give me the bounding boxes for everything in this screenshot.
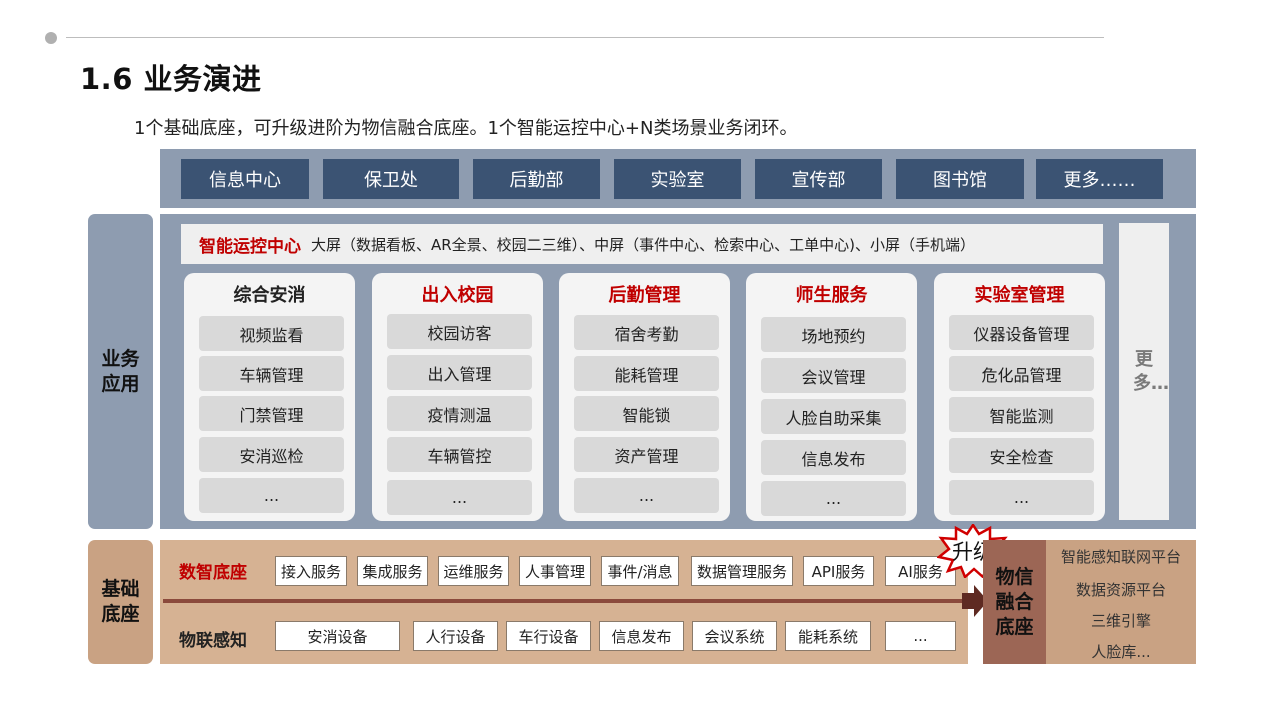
iot-device: 车行设备 [506, 621, 591, 651]
card-item: 车辆管控 [387, 437, 532, 472]
fusion-base-label: 物信融合底座 [995, 565, 1034, 638]
base-layer-label: 基础底座 [88, 540, 153, 664]
card-item: ... [199, 478, 344, 513]
card-item: 疫情测温 [387, 396, 532, 431]
iot-device: ... [885, 621, 956, 651]
card-item: 智能锁 [574, 396, 719, 431]
card-item: 信息发布 [761, 440, 906, 475]
card-item: 资产管理 [574, 437, 719, 472]
card-title: 后勤管理 [608, 285, 681, 306]
department-box: 实验室 [614, 159, 741, 199]
card-item: ... [949, 480, 1094, 515]
card-title: 综合安消 [233, 285, 306, 306]
card-item: 智能监测 [949, 397, 1094, 432]
card-item: 校园访客 [387, 314, 532, 349]
card-item: 能耗管理 [574, 356, 719, 391]
department-box: 图书馆 [896, 159, 1024, 199]
card-item: 宿舍考勤 [574, 315, 719, 350]
card-title: 师生服务 [795, 285, 868, 306]
data-service: 接入服务 [275, 556, 347, 586]
scenario-card: 师生服务 场地预约 会议管理 人脸自助采集 信息发布 ... [746, 273, 917, 521]
data-service: API服务 [803, 556, 874, 586]
iot-device: 人行设备 [413, 621, 498, 651]
scenario-card: 实验室管理 仪器设备管理 危化品管理 智能监测 安全检查 ... [934, 273, 1105, 521]
more-scenarios-box: 更多… [1119, 223, 1169, 520]
data-service: 人事管理 [519, 556, 591, 586]
more-scenarios-text: 更多… [1133, 348, 1169, 394]
iot-device: 信息发布 [599, 621, 684, 651]
card-title: 出入校园 [421, 285, 494, 306]
department-box: 信息中心 [181, 159, 309, 199]
card-item: 场地预约 [761, 317, 906, 352]
page-subtitle: 1个基础底座，可升级进阶为物信融合底座。1个智能运控中心+N类场景业务闭环。 [134, 118, 798, 139]
platform-item: 人脸库... [1091, 643, 1151, 661]
card-item: 仪器设备管理 [949, 315, 1094, 350]
card-item: 安全检查 [949, 438, 1094, 473]
data-service: 事件/消息 [601, 556, 679, 586]
scenario-card: 综合安消 视频监看 车辆管理 门禁管理 安消巡检 ... [184, 273, 355, 521]
iot-label: 物联感知 [179, 631, 247, 651]
card-title: 实验室管理 [974, 285, 1065, 306]
ops-center-title: 智能运控中心 [199, 236, 301, 257]
platform-list: 智能感知联网平台 数据资源平台 三维引擎 人脸库... [1046, 540, 1196, 664]
scenario-card: 出入校园 校园访客 出入管理 疫情测温 车辆管控 ... [372, 273, 543, 521]
platform-item: 三维引擎 [1090, 612, 1151, 630]
department-box: 保卫处 [323, 159, 459, 199]
data-service: 运维服务 [438, 556, 509, 586]
base-layer-label-text: 基础底座 [101, 578, 140, 625]
upgrade-arrow-line [163, 599, 963, 603]
department-strip: 信息中心 保卫处 后勤部 实验室 宣传部 图书馆 更多…… [160, 149, 1196, 208]
card-item: 门禁管理 [199, 396, 344, 431]
page-title: 1.6 业务演进 [80, 62, 262, 96]
platform-item: 数据资源平台 [1075, 581, 1166, 599]
card-item: 人脸自助采集 [761, 399, 906, 434]
card-item: 出入管理 [387, 355, 532, 390]
header-divider [66, 37, 1104, 38]
ops-center-bar: 智能运控中心 大屏（数据看板、AR全景、校园二三维）、中屏（事件中心、检索中心、… [181, 224, 1103, 264]
bullet-dot [45, 32, 57, 44]
card-item: ... [574, 478, 719, 513]
iot-device: 安消设备 [275, 621, 400, 651]
department-box: 更多…… [1036, 159, 1163, 199]
card-item: 会议管理 [761, 358, 906, 393]
card-item: 危化品管理 [949, 356, 1094, 391]
business-layer-label: 业务应用 [88, 214, 153, 529]
department-box: 宣传部 [755, 159, 882, 199]
card-item: ... [387, 480, 532, 515]
iot-device: 能耗系统 [785, 621, 871, 651]
card-item: 视频监看 [199, 316, 344, 351]
fusion-base-box: 物信融合底座 [983, 540, 1046, 664]
ops-center-desc: 大屏（数据看板、AR全景、校园二三维）、中屏（事件中心、检索中心、工单中心)、小… [311, 235, 976, 254]
data-service: 集成服务 [357, 556, 428, 586]
card-item: 安消巡检 [199, 437, 344, 472]
business-layer-label-text: 业务应用 [101, 347, 140, 395]
data-platform-label: 数智底座 [179, 563, 247, 583]
scenario-card: 后勤管理 宿舍考勤 能耗管理 智能锁 资产管理 ... [559, 273, 730, 521]
iot-device: 会议系统 [692, 621, 777, 651]
card-item: 车辆管理 [199, 356, 344, 391]
department-box: 后勤部 [473, 159, 600, 199]
platform-item: 智能感知联网平台 [1060, 548, 1181, 566]
data-service: 数据管理服务 [691, 556, 793, 586]
card-item: ... [761, 481, 906, 516]
